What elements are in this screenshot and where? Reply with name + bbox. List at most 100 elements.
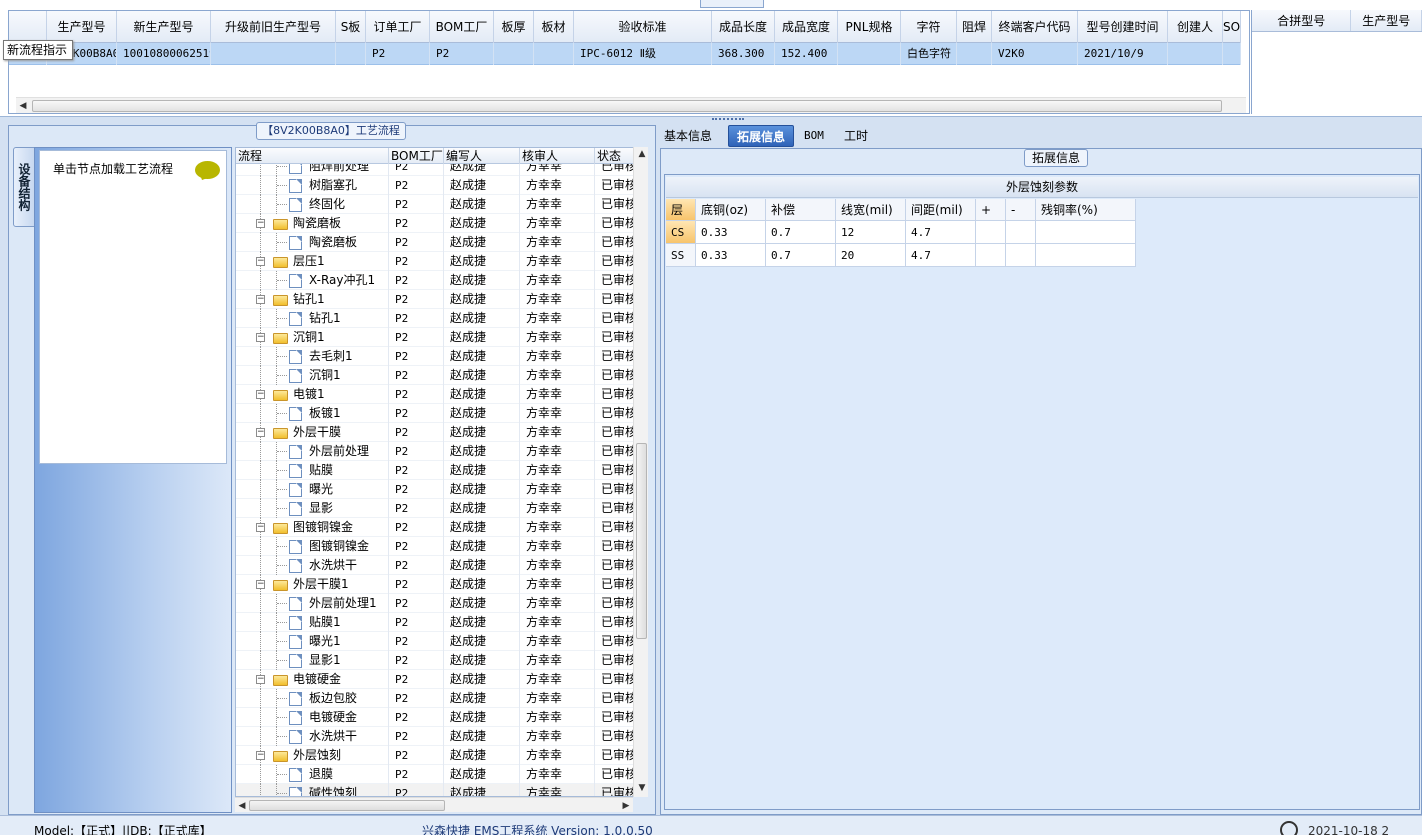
- tab-basic-info[interactable]: 基本信息: [656, 125, 720, 147]
- tree-row[interactable]: 板边包胶 P2 赵成捷 方幸幸 已审核: [236, 689, 636, 708]
- tree-row[interactable]: 图镀铜镍金 P2 赵成捷 方幸幸 已审核: [236, 537, 636, 556]
- writer-cell[interactable]: 赵成捷: [444, 746, 520, 765]
- bom-cell[interactable]: P2: [389, 309, 444, 328]
- bom-cell[interactable]: P2: [389, 632, 444, 651]
- tree-row[interactable]: 曝光 P2 赵成捷 方幸幸 已审核: [236, 480, 636, 499]
- writer-cell[interactable]: 赵成捷: [444, 518, 520, 537]
- reviewer-cell[interactable]: 方幸幸: [520, 708, 595, 727]
- status-cell[interactable]: 已审核: [595, 328, 636, 347]
- col-header[interactable]: 新生产型号: [117, 11, 211, 43]
- tab-bom[interactable]: BOM: [796, 125, 832, 147]
- bom-cell[interactable]: P2: [389, 252, 444, 271]
- writer-cell[interactable]: 赵成捷: [444, 670, 520, 689]
- flow-cell[interactable]: − 陶瓷磨板: [236, 214, 389, 233]
- flow-cell[interactable]: 碱性蚀刻: [236, 784, 389, 796]
- etch-cell[interactable]: [976, 244, 1006, 267]
- bom-cell[interactable]: P2: [389, 670, 444, 689]
- flow-cell[interactable]: 板镀1: [236, 404, 389, 423]
- grid-cell[interactable]: 368.300: [712, 43, 775, 65]
- flow-cell[interactable]: 图镀铜镍金: [236, 537, 389, 556]
- writer-cell[interactable]: 赵成捷: [444, 195, 520, 214]
- grid-cell[interactable]: [838, 43, 901, 65]
- reviewer-cell[interactable]: 方幸幸: [520, 214, 595, 233]
- reviewer-cell[interactable]: 方幸幸: [520, 765, 595, 784]
- etch-row[interactable]: SS 0.33 0.7 20 4.7: [666, 244, 1136, 267]
- writer-cell[interactable]: 赵成捷: [444, 765, 520, 784]
- reviewer-cell[interactable]: 方幸幸: [520, 347, 595, 366]
- status-cell[interactable]: 已审核: [595, 480, 636, 499]
- col-header[interactable]: SO: [1223, 11, 1241, 43]
- etch-col-header[interactable]: +: [976, 199, 1006, 221]
- speech-bubble-icon[interactable]: [195, 161, 220, 179]
- tree-row[interactable]: 贴膜1 P2 赵成捷 方幸幸 已审核: [236, 613, 636, 632]
- bom-cell[interactable]: P2: [389, 784, 444, 796]
- bom-cell[interactable]: P2: [389, 442, 444, 461]
- writer-cell[interactable]: 赵成捷: [444, 290, 520, 309]
- reviewer-cell[interactable]: 方幸幸: [520, 271, 595, 290]
- bom-cell[interactable]: P2: [389, 727, 444, 746]
- col-header-writer[interactable]: 编写人: [444, 148, 520, 164]
- writer-cell[interactable]: 赵成捷: [444, 556, 520, 575]
- tree-row[interactable]: 阻焊前处理 P2 赵成捷 方幸幸 已审核: [236, 164, 636, 176]
- bom-cell[interactable]: P2: [389, 214, 444, 233]
- collapse-toggle-icon[interactable]: −: [256, 751, 265, 760]
- writer-cell[interactable]: 赵成捷: [444, 214, 520, 233]
- scroll-up-icon[interactable]: ▲: [635, 147, 649, 161]
- reviewer-cell[interactable]: 方幸幸: [520, 784, 595, 796]
- bom-cell[interactable]: P2: [389, 537, 444, 556]
- bom-cell[interactable]: P2: [389, 423, 444, 442]
- col-header[interactable]: 成品长度: [712, 11, 775, 43]
- etch-cell[interactable]: 0.7: [766, 221, 836, 244]
- flow-cell[interactable]: 终固化: [236, 195, 389, 214]
- col-header[interactable]: BOM工厂: [430, 11, 494, 43]
- tree-row[interactable]: − 电镀硬金 P2 赵成捷 方幸幸 已审核: [236, 670, 636, 689]
- flow-cell[interactable]: − 层压1: [236, 252, 389, 271]
- tree-row[interactable]: 去毛刺1 P2 赵成捷 方幸幸 已审核: [236, 347, 636, 366]
- tree-row[interactable]: 显影1 P2 赵成捷 方幸幸 已审核: [236, 651, 636, 670]
- bom-cell[interactable]: P2: [389, 689, 444, 708]
- writer-cell[interactable]: 赵成捷: [444, 442, 520, 461]
- reviewer-cell[interactable]: 方幸幸: [520, 575, 595, 594]
- tree-row[interactable]: − 钻孔1 P2 赵成捷 方幸幸 已审核: [236, 290, 636, 309]
- reviewer-cell[interactable]: 方幸幸: [520, 385, 595, 404]
- writer-cell[interactable]: 赵成捷: [444, 499, 520, 518]
- reviewer-cell[interactable]: 方幸幸: [520, 328, 595, 347]
- col-header[interactable]: 订单工厂: [366, 11, 430, 43]
- collapse-toggle-icon[interactable]: −: [256, 333, 265, 342]
- tree-row[interactable]: 曝光1 P2 赵成捷 方幸幸 已审核: [236, 632, 636, 651]
- col-header[interactable]: 型号创建时间: [1078, 11, 1168, 43]
- status-cell[interactable]: 已审核: [595, 556, 636, 575]
- collapse-toggle-icon[interactable]: −: [256, 428, 265, 437]
- status-cell[interactable]: 已审核: [595, 632, 636, 651]
- etch-cell[interactable]: 4.7: [906, 221, 976, 244]
- bom-cell[interactable]: P2: [389, 164, 444, 176]
- scroll-right-icon[interactable]: ▶: [619, 799, 633, 813]
- etch-cell[interactable]: 0.7: [766, 244, 836, 267]
- tree-row[interactable]: 贴膜 P2 赵成捷 方幸幸 已审核: [236, 461, 636, 480]
- col-header[interactable]: 字符: [901, 11, 957, 43]
- reviewer-cell[interactable]: 方幸幸: [520, 290, 595, 309]
- collapse-toggle-icon[interactable]: −: [256, 257, 265, 266]
- bom-cell[interactable]: P2: [389, 347, 444, 366]
- flow-cell[interactable]: 外层前处理: [236, 442, 389, 461]
- status-cell[interactable]: 已审核: [595, 575, 636, 594]
- grid-cell[interactable]: [211, 43, 336, 65]
- tree-row[interactable]: − 陶瓷磨板 P2 赵成捷 方幸幸 已审核: [236, 214, 636, 233]
- grid-cell[interactable]: 2021/10/9: [1078, 43, 1168, 65]
- writer-cell[interactable]: 赵成捷: [444, 252, 520, 271]
- reviewer-cell[interactable]: 方幸幸: [520, 176, 595, 195]
- tab-work-hours[interactable]: 工时: [836, 125, 876, 147]
- writer-cell[interactable]: 赵成捷: [444, 632, 520, 651]
- status-cell[interactable]: 已审核: [595, 670, 636, 689]
- tree-row[interactable]: 退膜 P2 赵成捷 方幸幸 已审核: [236, 765, 636, 784]
- col-header[interactable]: 升级前旧生产型号: [211, 11, 336, 43]
- reviewer-cell[interactable]: 方幸幸: [520, 164, 595, 176]
- writer-cell[interactable]: 赵成捷: [444, 708, 520, 727]
- reviewer-cell[interactable]: 方幸幸: [520, 366, 595, 385]
- status-cell[interactable]: 已审核: [595, 708, 636, 727]
- flow-cell[interactable]: − 沉铜1: [236, 328, 389, 347]
- reviewer-cell[interactable]: 方幸幸: [520, 670, 595, 689]
- status-cell[interactable]: 已审核: [595, 594, 636, 613]
- grid-cell[interactable]: [1223, 43, 1241, 65]
- reviewer-cell[interactable]: 方幸幸: [520, 195, 595, 214]
